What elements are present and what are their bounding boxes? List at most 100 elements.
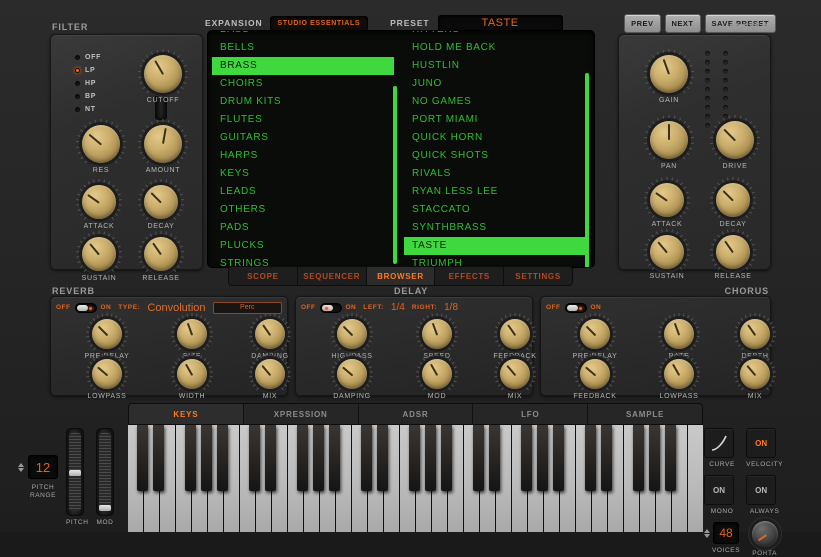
category-item[interactable]: PADS	[212, 219, 394, 237]
keyboard-tab-bar[interactable]: KEYSXPRESSIONADSRLFOSAMPLE	[128, 403, 703, 425]
reverb-damping-knob[interactable]	[255, 319, 285, 349]
voices-stepper[interactable]	[704, 529, 710, 538]
white-key[interactable]	[240, 425, 256, 532]
white-key[interactable]	[400, 425, 416, 532]
black-key[interactable]	[633, 425, 644, 491]
black-key[interactable]	[137, 425, 148, 491]
black-key[interactable]	[361, 425, 372, 491]
tab-browser[interactable]: BROWSER	[367, 267, 436, 285]
category-item-selected[interactable]: BRASS	[212, 57, 394, 75]
black-key[interactable]	[473, 425, 484, 491]
chorus-rate-knob[interactable]	[664, 319, 694, 349]
white-key[interactable]	[352, 425, 368, 532]
black-key[interactable]	[265, 425, 276, 491]
white-key[interactable]	[288, 425, 304, 532]
category-list[interactable]: BASSBELLSBRASSCHOIRSDRUM KITSFLUTESGUITA…	[212, 30, 394, 267]
reverb-power-toggle[interactable]: OFF ON	[56, 303, 111, 313]
delay-feedback-knob[interactable]	[500, 319, 530, 349]
delay-left-value[interactable]: 1/4	[391, 302, 405, 313]
filter-mode-hp[interactable]: HP	[75, 77, 101, 90]
white-key[interactable]	[512, 425, 528, 532]
filter-release-knob[interactable]	[144, 237, 178, 271]
preset-item[interactable]: HUSTLIN	[404, 57, 586, 75]
category-item[interactable]: CHOIRS	[212, 75, 394, 93]
filter-cutoff-knob[interactable]	[144, 55, 182, 93]
preset-item[interactable]: QUICK SHOTS	[404, 147, 586, 165]
delay-damping-knob[interactable]	[337, 359, 367, 389]
reverb-size-knob[interactable]	[177, 319, 207, 349]
chorus-lowpass-knob[interactable]	[664, 359, 694, 389]
pitch-wheel[interactable]	[66, 428, 84, 516]
mod-wheel[interactable]	[96, 428, 114, 516]
kbtab-adsr[interactable]: ADSR	[359, 404, 474, 424]
master-sustain-knob[interactable]	[650, 235, 684, 269]
preset-item[interactable]: PORT MIAMI	[404, 111, 586, 129]
next-preset-button[interactable]: NEXT	[665, 14, 701, 33]
preset-item[interactable]: RIVALS	[404, 165, 586, 183]
category-item[interactable]: FLUTES	[212, 111, 394, 129]
chorus-power-toggle[interactable]: OFF ON	[546, 303, 601, 313]
preset-item[interactable]: HOLD ME BACK	[404, 39, 586, 57]
black-key[interactable]	[665, 425, 676, 491]
master-decay-knob[interactable]	[716, 183, 750, 217]
reverb-mix-knob[interactable]	[255, 359, 285, 389]
black-key[interactable]	[489, 425, 500, 491]
piano-keyboard[interactable]	[128, 425, 703, 532]
black-key[interactable]	[649, 425, 660, 491]
category-item[interactable]: DRUM KITS	[212, 93, 394, 111]
category-item[interactable]: BASS	[212, 30, 394, 39]
preset-item[interactable]: JUNO	[404, 75, 586, 93]
mono-button[interactable]: ON	[704, 475, 734, 505]
filter-res-knob[interactable]	[82, 125, 120, 163]
black-key[interactable]	[521, 425, 532, 491]
preset-display[interactable]: TASTE	[438, 15, 563, 32]
white-key[interactable]	[688, 425, 703, 532]
porta-knob[interactable]	[752, 521, 778, 547]
filter-amount-knob[interactable]	[144, 125, 182, 163]
black-key[interactable]	[425, 425, 436, 491]
master-release-knob[interactable]	[716, 235, 750, 269]
reverb-lowpass-knob[interactable]	[92, 359, 122, 389]
preset-item[interactable]: SYNTHBRASS	[404, 219, 586, 237]
white-key[interactable]	[624, 425, 640, 532]
chorus-mix-knob[interactable]	[740, 359, 770, 389]
delay-mod-knob[interactable]	[422, 359, 452, 389]
black-key[interactable]	[201, 425, 212, 491]
preset-list[interactable]: HITTERSHOLD ME BACKHUSTLINJUNONO GAMESPO…	[404, 30, 586, 267]
tab-effects[interactable]: EFFECTS	[435, 267, 504, 285]
filter-mode-bp[interactable]: BP	[75, 90, 101, 103]
category-item[interactable]: BELLS	[212, 39, 394, 57]
black-key[interactable]	[409, 425, 420, 491]
pitch-range-stepper[interactable]	[18, 463, 24, 472]
black-key[interactable]	[217, 425, 228, 491]
reverb-ir-selector[interactable]: Perc	[213, 302, 283, 314]
tab-sequencer[interactable]: SEQUENCER	[298, 267, 367, 285]
white-key[interactable]	[128, 425, 144, 532]
filter-mode-off[interactable]: OFF	[75, 51, 101, 64]
chorus-depth-knob[interactable]	[740, 319, 770, 349]
category-item[interactable]: GUITARS	[212, 129, 394, 147]
preset-browser[interactable]: BASSBELLSBRASSCHOIRSDRUM KITSFLUTESGUITA…	[207, 30, 595, 268]
black-key[interactable]	[601, 425, 612, 491]
preset-item-selected[interactable]: TASTE	[404, 237, 586, 255]
filter-mode-nt[interactable]: NT	[75, 103, 101, 116]
category-item[interactable]: KEYS	[212, 165, 394, 183]
tab-settings[interactable]: SETTINGS	[504, 267, 572, 285]
kbtab-lfo[interactable]: LFO	[473, 404, 588, 424]
black-key[interactable]	[297, 425, 308, 491]
master-gain-knob[interactable]	[650, 55, 688, 93]
reverb-type-value[interactable]: Convolution	[147, 302, 205, 314]
black-key[interactable]	[377, 425, 388, 491]
delay-right-value[interactable]: 1/8	[444, 302, 458, 313]
category-item[interactable]: LEADS	[212, 183, 394, 201]
master-pan-knob[interactable]	[650, 121, 688, 159]
category-item[interactable]: PLUCKS	[212, 237, 394, 255]
reverb-pre-delay-knob[interactable]	[92, 319, 122, 349]
preset-item[interactable]: NO GAMES	[404, 93, 586, 111]
velocity-button[interactable]: ON	[746, 428, 776, 458]
white-key[interactable]	[576, 425, 592, 532]
white-key[interactable]	[464, 425, 480, 532]
master-attack-knob[interactable]	[650, 183, 684, 217]
kbtab-keys[interactable]: KEYS	[129, 404, 244, 424]
kbtab-xpression[interactable]: XPRESSION	[244, 404, 359, 424]
